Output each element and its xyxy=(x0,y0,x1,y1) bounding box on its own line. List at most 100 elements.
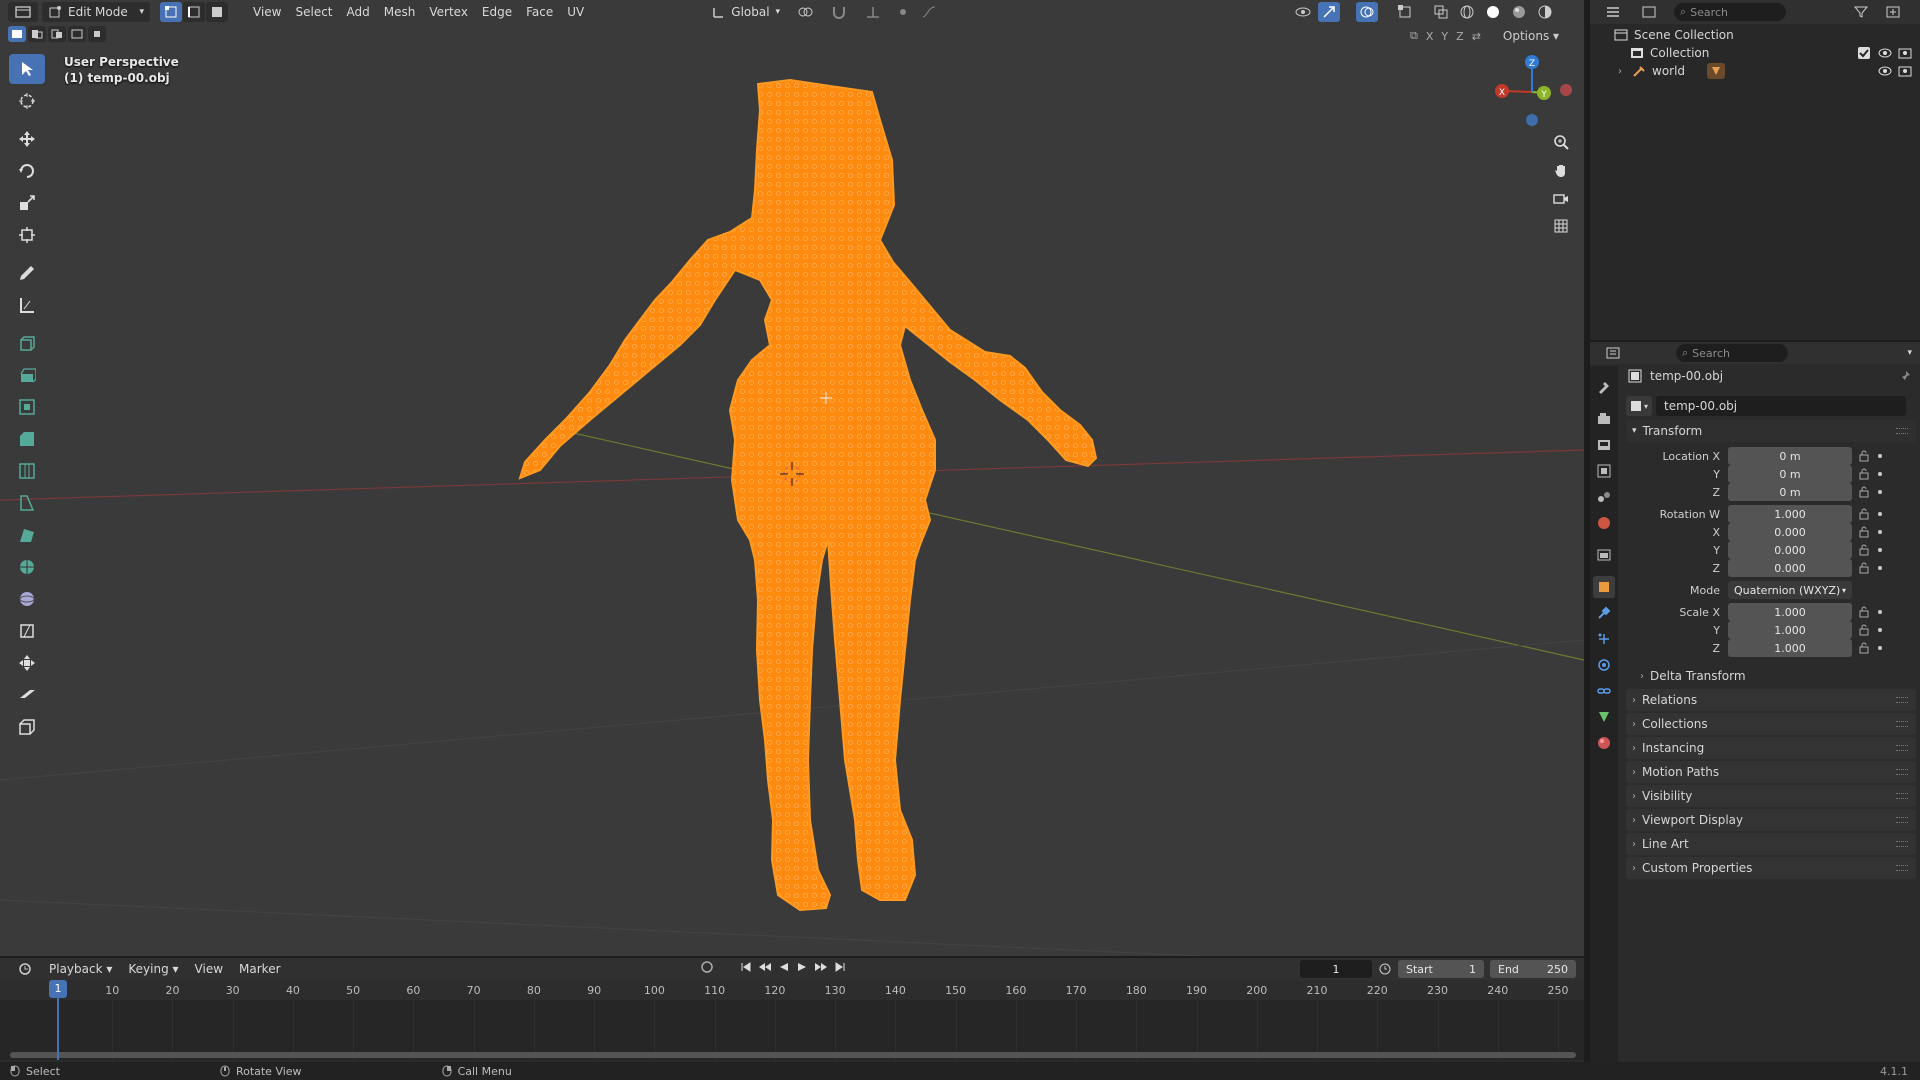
measure-tool-icon[interactable] xyxy=(9,290,45,320)
start-frame-field[interactable]: Start 1 xyxy=(1398,960,1484,978)
lock-icon[interactable] xyxy=(1858,526,1870,538)
rendered-shading-icon[interactable] xyxy=(1534,2,1556,22)
shrink-fatten-tool-icon[interactable] xyxy=(9,648,45,678)
lock-icon[interactable] xyxy=(1858,468,1870,480)
camera-render-icon[interactable] xyxy=(1898,47,1912,59)
inset-tool-icon[interactable] xyxy=(9,392,45,422)
object-name-input[interactable]: temp-00.obj xyxy=(1656,396,1907,416)
menu-uv[interactable]: UV xyxy=(560,2,591,22)
outliner-row-world[interactable]: › world xyxy=(1590,62,1920,80)
spin-tool-icon[interactable] xyxy=(9,552,45,582)
drag-handle-icon[interactable] xyxy=(1896,793,1908,799)
face-select-icon[interactable] xyxy=(206,2,228,22)
ortho-grid-icon[interactable] xyxy=(1548,214,1574,238)
new-collection-icon[interactable] xyxy=(1882,2,1904,22)
play-icon[interactable] xyxy=(796,961,808,973)
data-tab-icon[interactable] xyxy=(1593,706,1615,728)
render-tab-icon[interactable] xyxy=(1593,408,1615,430)
orientation-dropdown[interactable]: Global ▾ xyxy=(705,2,786,22)
proportional-edit-icon[interactable] xyxy=(892,2,914,22)
menu-add[interactable]: Add xyxy=(340,2,377,22)
material-shading-icon[interactable] xyxy=(1508,2,1530,22)
drag-handle-icon[interactable] xyxy=(1896,769,1908,775)
gizmo-toggle-icon[interactable] xyxy=(1318,2,1340,22)
relations-panel[interactable]: › Relations xyxy=(1626,689,1916,711)
menu-edge[interactable]: Edge xyxy=(475,2,519,22)
particles-tab-icon[interactable] xyxy=(1593,628,1615,650)
keyframe-dot-icon[interactable] xyxy=(1876,528,1884,536)
keyframe-dot-icon[interactable] xyxy=(1876,626,1884,634)
solid-shading-icon[interactable] xyxy=(1482,2,1504,22)
navigation-gizmo[interactable]: Z X Y xyxy=(1482,50,1574,134)
scale-y-field[interactable]: 1.000 xyxy=(1728,621,1852,639)
poly-build-tool-icon[interactable] xyxy=(9,520,45,550)
location-y-field[interactable]: 0 m xyxy=(1728,465,1852,483)
keyframe-dot-icon[interactable] xyxy=(1876,488,1884,496)
object-tab-icon[interactable] xyxy=(1593,576,1615,598)
display-mode-icon[interactable] xyxy=(1634,2,1664,22)
wireframe-shading-icon[interactable] xyxy=(1456,2,1478,22)
menu-view[interactable]: View xyxy=(246,2,288,22)
end-frame-field[interactable]: End 250 xyxy=(1490,960,1576,978)
outliner-editor-icon[interactable] xyxy=(1598,2,1628,22)
transform-tool-icon[interactable] xyxy=(9,220,45,250)
mesh-overlay-icon[interactable] xyxy=(1394,2,1416,22)
preview-range-icon[interactable] xyxy=(1378,962,1392,976)
timeline-editor-icon[interactable] xyxy=(10,959,40,979)
snap-icon[interactable] xyxy=(824,2,854,22)
lock-icon[interactable] xyxy=(1858,508,1870,520)
extrude-tool-icon[interactable] xyxy=(9,360,45,390)
mesh-data-icon[interactable] xyxy=(1707,63,1726,79)
scale-tool-icon[interactable] xyxy=(9,188,45,218)
gizmo-neg-x-axis[interactable] xyxy=(1560,84,1572,96)
keyframe-dot-icon[interactable] xyxy=(1876,470,1884,478)
motion-paths-panel[interactable]: › Motion Paths xyxy=(1626,761,1916,783)
pivot-icon[interactable] xyxy=(790,2,820,22)
xray-icon[interactable] xyxy=(1430,2,1452,22)
output-tab-icon[interactable] xyxy=(1593,434,1615,456)
keyframe-dot-icon[interactable] xyxy=(1876,452,1884,460)
timeline-scrollbar[interactable] xyxy=(10,1052,1576,1058)
annotate-tool-icon[interactable] xyxy=(9,258,45,288)
falloff-icon[interactable] xyxy=(918,2,940,22)
menu-vertex[interactable]: Vertex xyxy=(422,2,475,22)
editor-type-icon[interactable] xyxy=(8,2,38,22)
outliner-row-collection[interactable]: Collection xyxy=(1590,44,1920,62)
mirror-x[interactable]: X xyxy=(1426,30,1434,43)
location-z-field[interactable]: 0 m xyxy=(1728,483,1852,501)
mesh-figure[interactable] xyxy=(0,0,1584,956)
smooth-tool-icon[interactable] xyxy=(9,584,45,614)
visibility-icon[interactable] xyxy=(1292,2,1314,22)
outliner-search-input[interactable]: ⌕ Search xyxy=(1674,3,1786,21)
menu-mesh[interactable]: Mesh xyxy=(377,2,423,22)
playhead[interactable]: 1 xyxy=(49,980,67,1060)
view-layer-tab-icon[interactable] xyxy=(1593,460,1615,482)
timeline-ruler[interactable]: 10 20 30 40 50 60 70 80 90 100 110 120 130 140 150 160 1… xyxy=(0,980,1584,1000)
rotation-x-field[interactable]: 0.000 xyxy=(1728,523,1852,541)
tool-tab-icon[interactable] xyxy=(1593,376,1615,398)
location-x-field[interactable]: 0 m xyxy=(1728,447,1852,465)
properties-editor-icon[interactable] xyxy=(1598,343,1628,363)
pin-icon[interactable] xyxy=(1900,370,1912,382)
lock-icon[interactable] xyxy=(1858,486,1870,498)
knife-tool-icon[interactable] xyxy=(9,488,45,518)
constraints-tab-icon[interactable] xyxy=(1593,680,1615,702)
keyframe-dot-icon[interactable] xyxy=(1876,564,1884,572)
select-extend-icon[interactable] xyxy=(28,26,46,42)
select-invert-icon[interactable] xyxy=(68,26,86,42)
camera-render-icon[interactable] xyxy=(1898,65,1912,77)
lock-icon[interactable] xyxy=(1858,642,1870,654)
custom-properties-panel[interactable]: › Custom Properties xyxy=(1626,857,1916,879)
rotate-tool-icon[interactable] xyxy=(9,156,45,186)
cursor-tool-icon[interactable] xyxy=(9,86,45,116)
scale-x-field[interactable]: 1.000 xyxy=(1728,603,1852,621)
menu-playback[interactable]: Playback ▾ xyxy=(42,959,119,979)
object-type-dropdown[interactable]: ▾ xyxy=(1626,396,1653,416)
drag-handle-icon[interactable] xyxy=(1896,428,1908,434)
instancing-panel[interactable]: › Instancing xyxy=(1626,737,1916,759)
material-tab-icon[interactable] xyxy=(1593,732,1615,754)
menu-timeline-view[interactable]: View xyxy=(188,959,230,979)
rotation-z-field[interactable]: 0.000 xyxy=(1728,559,1852,577)
bevel-tool-icon[interactable] xyxy=(9,424,45,454)
rotation-mode-dropdown[interactable]: Quaternion (WXYZ) ▾ xyxy=(1728,581,1852,599)
